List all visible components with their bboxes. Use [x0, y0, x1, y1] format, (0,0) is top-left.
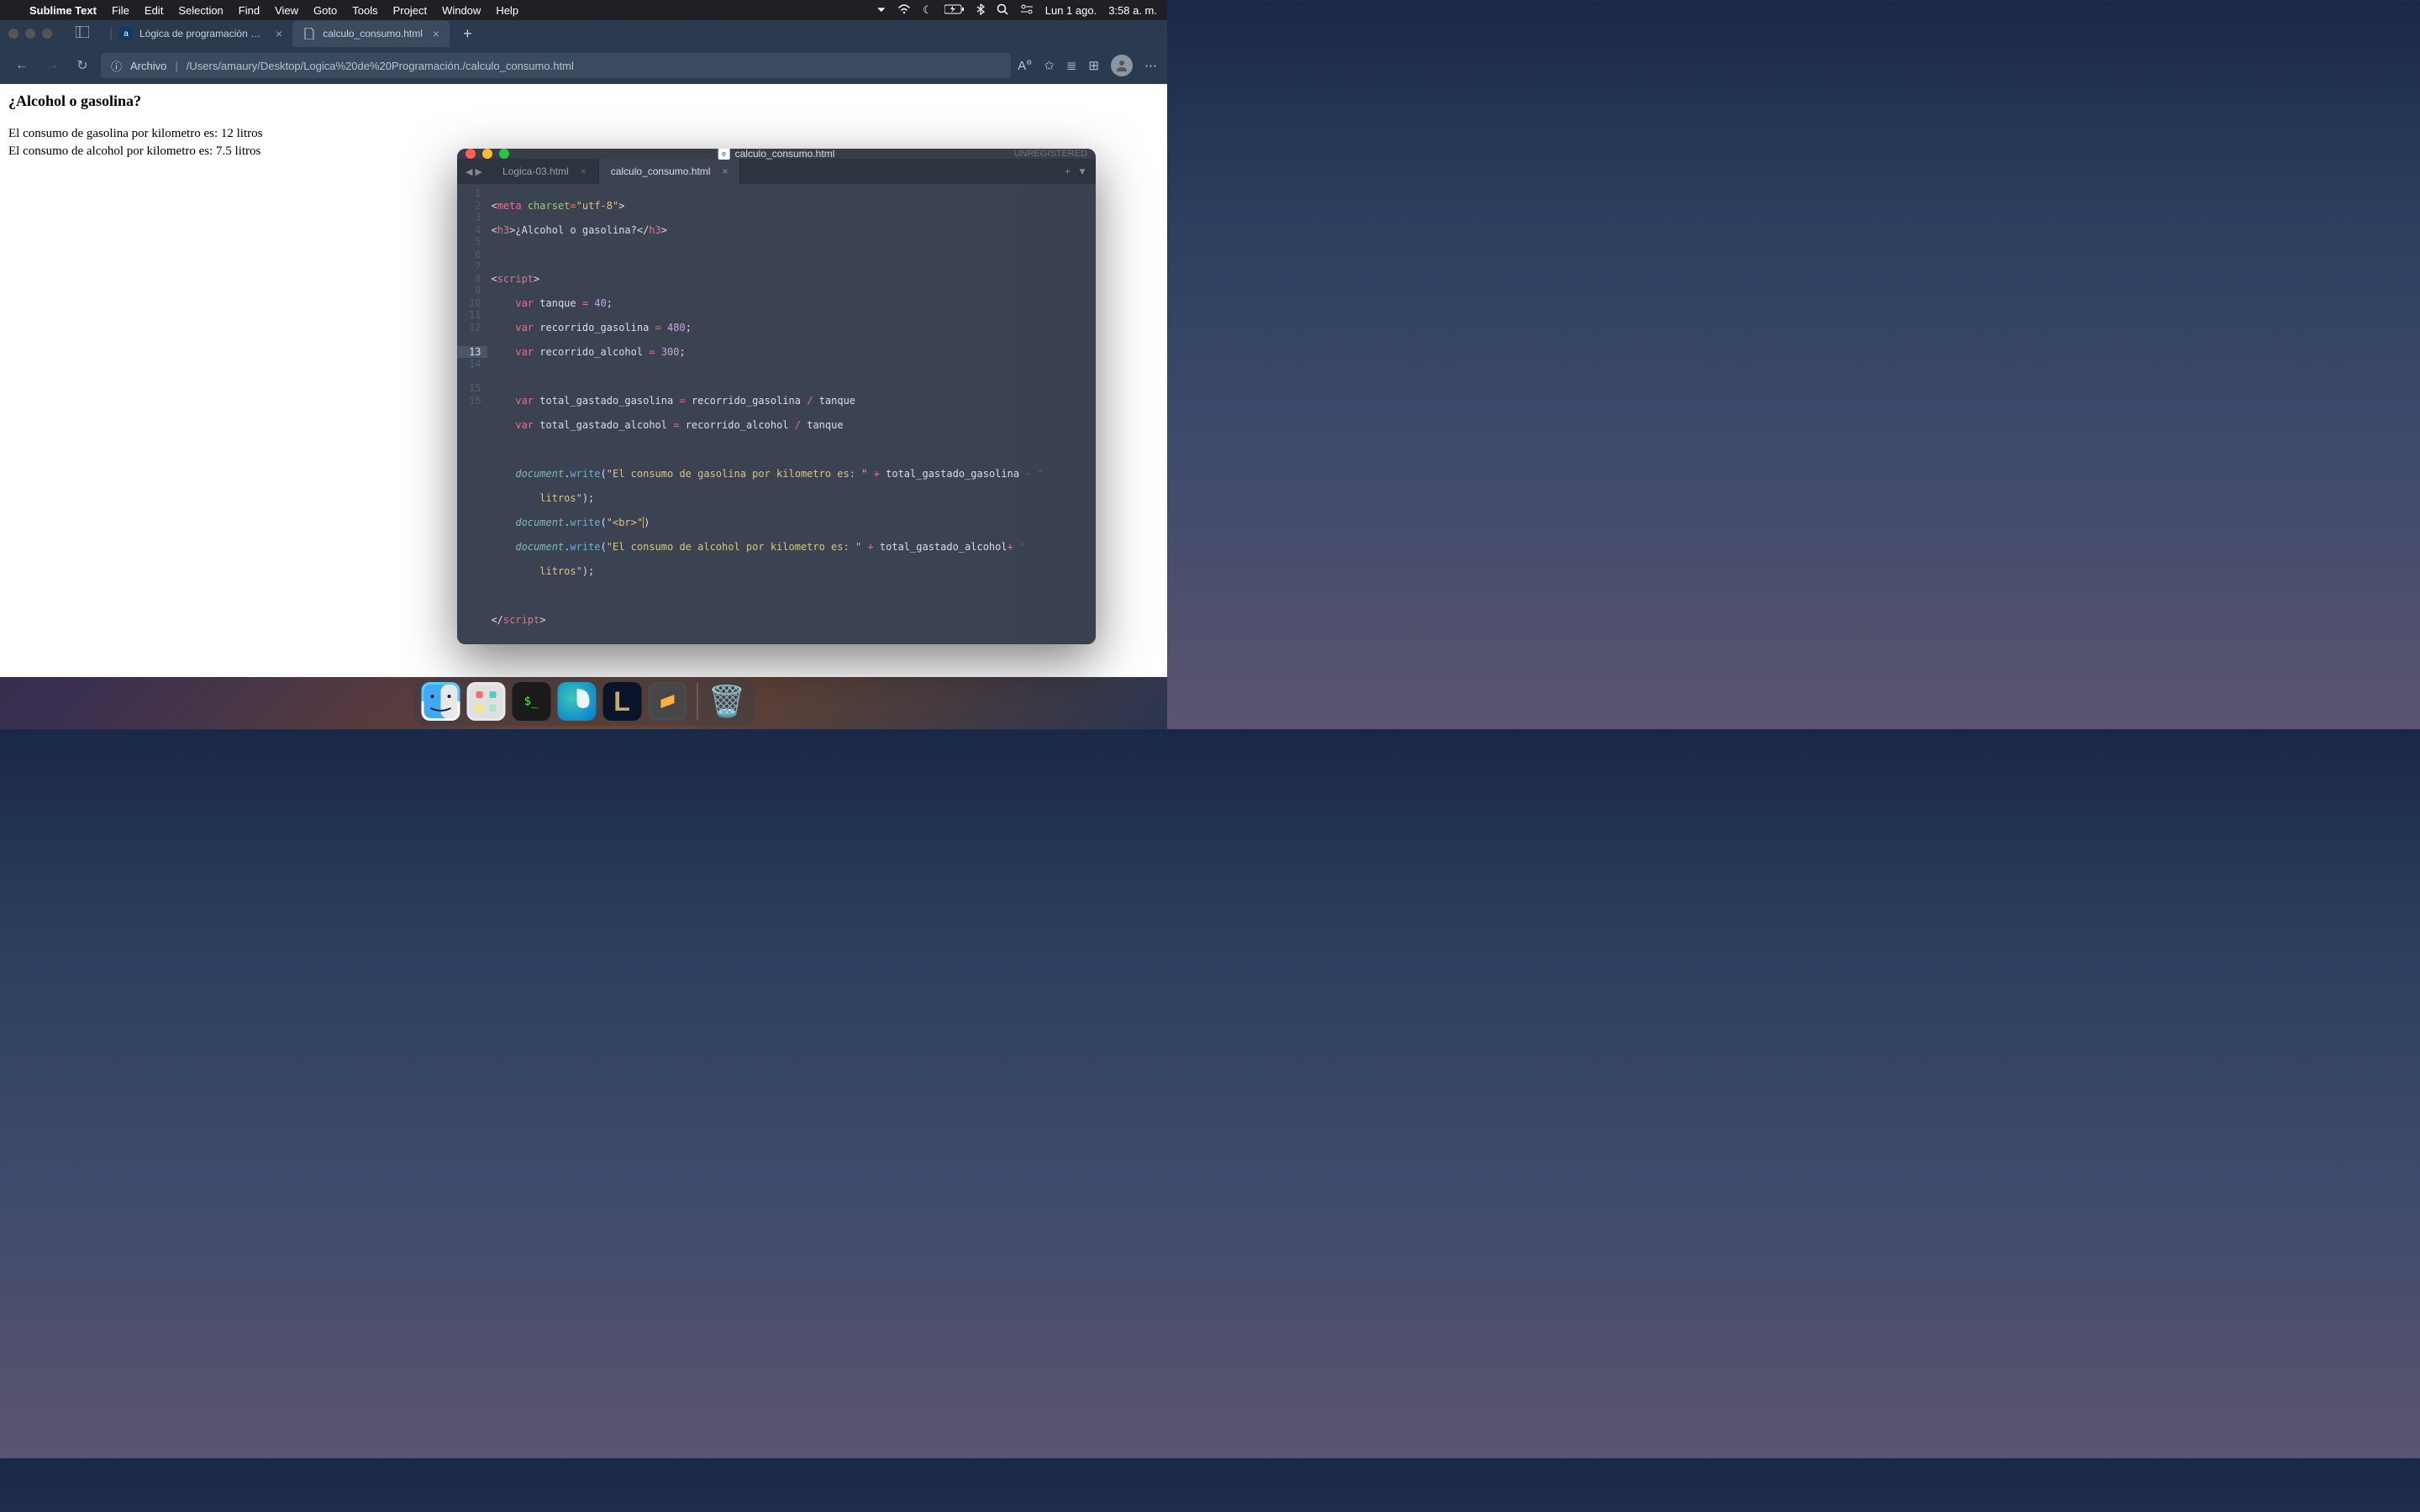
menu-window[interactable]: Window	[434, 4, 488, 17]
favorites-bar-icon[interactable]: ≣	[1066, 58, 1077, 73]
finder-dock-icon[interactable]	[421, 682, 460, 721]
sublime-text-window: e calculo_consumo.html UNREGISTERED ◀ ▶ …	[457, 149, 1096, 644]
sublime-maximize-button[interactable]	[499, 149, 509, 159]
trash-dock-icon[interactable]: 🗑️	[708, 682, 746, 721]
terminal-dock-icon[interactable]: $_	[512, 682, 550, 721]
sublime-minimize-button[interactable]	[482, 149, 492, 159]
league-of-legends-dock-icon[interactable]: L	[602, 682, 641, 721]
menu-project[interactable]: Project	[386, 4, 434, 17]
forward-button[interactable]: →	[40, 58, 64, 73]
sublime-tab-calculo[interactable]: calculo_consumo.html ×	[599, 159, 741, 184]
window-close-button[interactable]	[8, 29, 18, 39]
sidebar-toggle-icon[interactable]	[76, 26, 89, 42]
tab-close-icon[interactable]: ×	[581, 165, 587, 177]
url-bar[interactable]: ⓘ Archivo | /Users/amaury/Desktop/Logica…	[101, 53, 1011, 78]
code-editor[interactable]: 1 2 3 4 5 6 7 8 9 10 11 12 13 14 15 16 <…	[457, 184, 1096, 644]
launchpad-dock-icon[interactable]	[466, 682, 505, 721]
menu-file[interactable]: File	[104, 4, 137, 17]
menu-find[interactable]: Find	[231, 4, 267, 17]
tab-close-icon[interactable]: ×	[276, 27, 282, 40]
sublime-tab-logica[interactable]: Logica-03.html ×	[491, 159, 599, 184]
menu-edit[interactable]: Edit	[137, 4, 171, 17]
output-line-1: El consumo de gasolina por kilometro es:…	[8, 125, 1159, 143]
tab-close-icon[interactable]: ×	[433, 27, 439, 40]
macos-dock: $_ L 🗑️	[413, 677, 755, 726]
menu-tools[interactable]: Tools	[345, 4, 385, 17]
wifi-icon[interactable]	[897, 4, 911, 17]
sublime-titlebar[interactable]: e calculo_consumo.html UNREGISTERED	[457, 149, 1096, 159]
info-icon[interactable]: ⓘ	[111, 58, 122, 74]
code-content[interactable]: <meta charset="utf-8"> <h3>¿Alcohol o ga…	[487, 184, 1096, 644]
reload-button[interactable]: ↻	[71, 57, 94, 74]
window-maximize-button[interactable]	[42, 29, 52, 39]
bluetooth-icon[interactable]	[976, 3, 985, 18]
unregistered-label: UNREGISTERED	[1014, 149, 1087, 159]
new-tab-button[interactable]: +	[456, 25, 479, 43]
menu-goto[interactable]: Goto	[306, 4, 345, 17]
menu-selection[interactable]: Selection	[171, 4, 230, 17]
control-center-icon[interactable]	[1020, 4, 1034, 17]
edge-dock-icon[interactable]	[557, 682, 596, 721]
menu-view[interactable]: View	[267, 4, 306, 17]
menu-app-name[interactable]: Sublime Text	[22, 4, 104, 17]
minimap[interactable]: ▬▬▬▬▬▬▬ ▬▬▬▬▬▬▬▬▬▬▬ ▬▬▬▬ ▬▬▬▬▬▬▬ ▬▬▬▬▬▬▬…	[1020, 184, 1096, 644]
battery-icon[interactable]	[944, 4, 965, 17]
macos-menubar: Sublime Text File Edit Selection Find Vi…	[0, 0, 1167, 20]
tab-nav-back-forward[interactable]: ◀ ▶	[457, 166, 491, 177]
collections-icon[interactable]: ⊞	[1088, 58, 1099, 73]
browser-tab-2[interactable]: calculo_consumo.html ×	[292, 20, 450, 47]
new-tab-icon[interactable]: +	[1065, 165, 1071, 177]
tab-dropdown-icon[interactable]: ▼	[1077, 165, 1087, 177]
sublime-close-button[interactable]	[466, 149, 476, 159]
sublime-tabs: ◀ ▶ Logica-03.html × calculo_consumo.htm…	[457, 159, 1096, 184]
more-icon[interactable]: ⋯	[1144, 58, 1157, 73]
html-file-icon: e	[718, 149, 730, 160]
page-heading: ¿Alcohol o gasolina?	[8, 92, 1159, 110]
sublime-title-text: calculo_consumo.html	[735, 149, 835, 160]
vpn-icon[interactable]: ⏷	[877, 3, 886, 17]
menubar-time[interactable]: 3:58 a. m.	[1108, 4, 1157, 17]
menu-help[interactable]: Help	[488, 4, 526, 17]
spotlight-icon[interactable]	[997, 3, 1008, 18]
profile-avatar[interactable]	[1111, 55, 1133, 76]
do-not-disturb-icon[interactable]: ☾	[923, 3, 933, 17]
file-favicon-icon	[302, 27, 316, 40]
line-gutter: 1 2 3 4 5 6 7 8 9 10 11 12 13 14 15 16	[457, 184, 487, 644]
favorite-icon[interactable]: ✩	[1044, 58, 1055, 73]
browser-tab-1[interactable]: a Lógica de programación parte ×	[109, 20, 292, 47]
menubar-date[interactable]: Lun 1 ago.	[1045, 4, 1097, 17]
alura-favicon-icon: a	[119, 27, 133, 40]
sublime-text-dock-icon[interactable]	[648, 682, 687, 721]
read-aloud-icon[interactable]: A⚙	[1018, 59, 1032, 73]
back-button[interactable]: ←	[10, 58, 34, 73]
window-minimize-button[interactable]	[25, 29, 35, 39]
tab-close-icon[interactable]: ×	[722, 165, 728, 177]
